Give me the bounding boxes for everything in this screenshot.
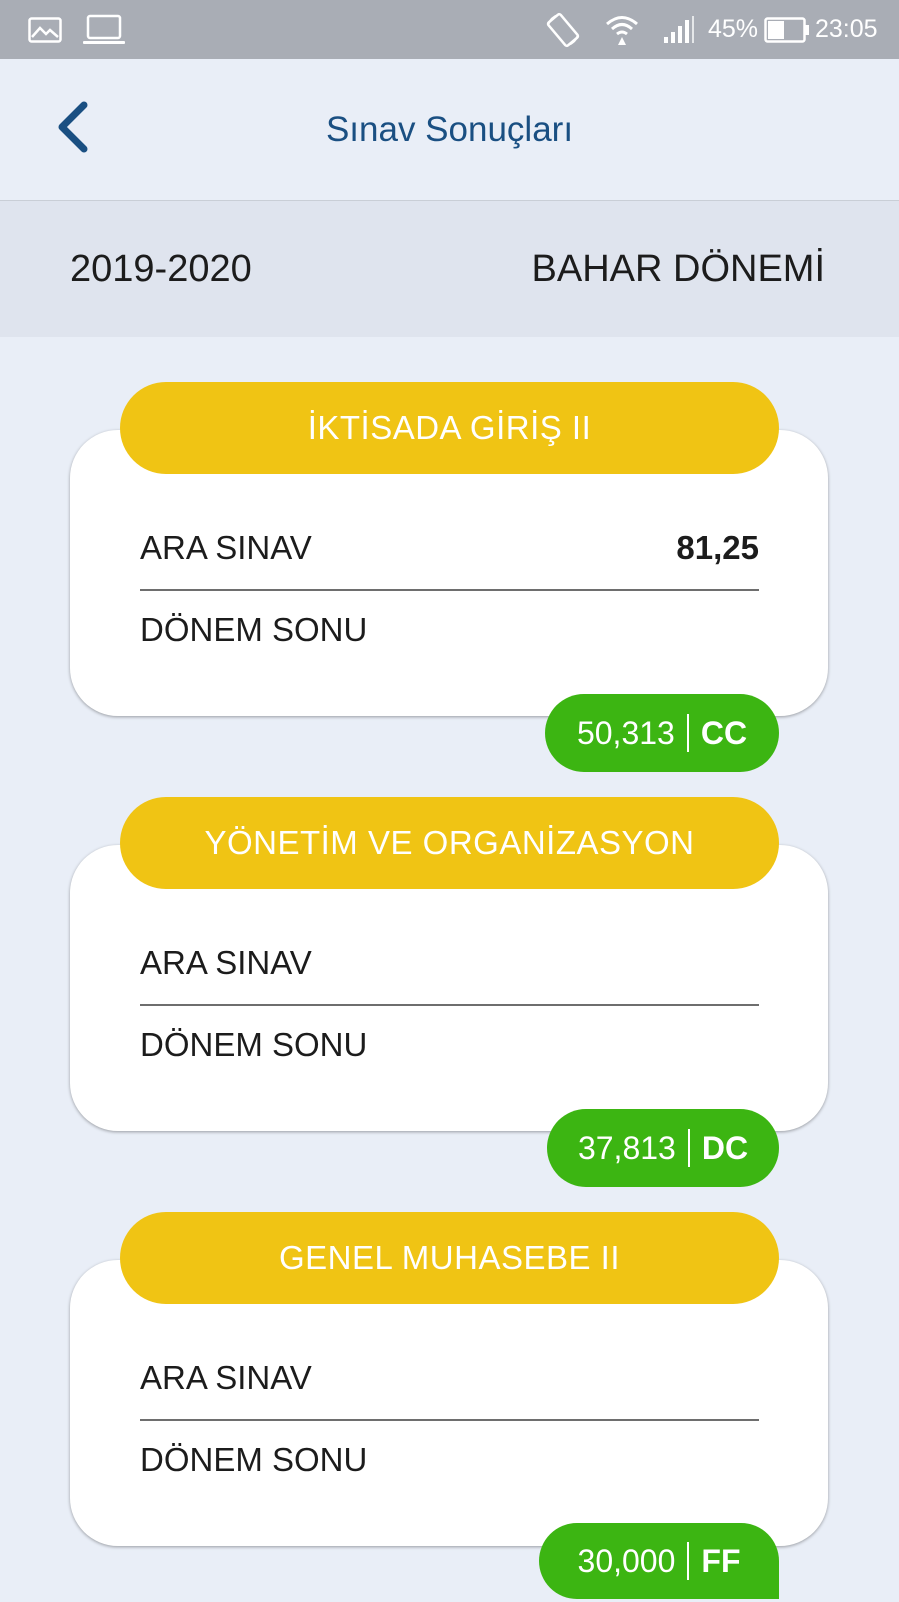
row-divider: [140, 1419, 759, 1421]
course-card-2[interactable]: YÖNETİM VE ORGANİZASYON ARA SINAV DÖNEM …: [0, 797, 899, 1187]
grade-badge: 37,813 DC: [547, 1109, 779, 1187]
average-score: 30,000: [577, 1543, 676, 1579]
battery-icon: [764, 0, 810, 59]
laptop-icon: [82, 0, 126, 59]
average-score: 37,813: [577, 1130, 676, 1166]
final-row: DÖNEM SONU: [140, 1430, 759, 1490]
final-row: DÖNEM SONU: [140, 1015, 759, 1075]
letter-grade: FF: [701, 1543, 741, 1579]
midterm-row: ARA SINAV 81,25: [140, 518, 759, 578]
grade-badge: 30,000 FF: [539, 1523, 779, 1599]
wifi-icon: [604, 0, 640, 59]
course-title: YÖNETİM VE ORGANİZASYON: [120, 797, 779, 889]
course-title: GENEL MUHASEBE II: [120, 1212, 779, 1304]
badge-separator: [686, 714, 689, 752]
average-score: 50,313: [576, 715, 675, 751]
badge-separator: [687, 1129, 690, 1167]
signal-icon: [662, 0, 696, 59]
term-year: 2019-2020: [70, 248, 252, 290]
row-divider: [140, 1004, 759, 1006]
battery-percent: 45%: [708, 15, 759, 43]
term-semester: BAHAR DÖNEMİ: [531, 248, 825, 290]
final-label: DÖNEM SONU: [140, 611, 368, 648]
status-bar: 45% 23:05: [0, 0, 899, 59]
final-label: DÖNEM SONU: [140, 1441, 368, 1478]
final-label: DÖNEM SONU: [140, 1026, 368, 1063]
page-title: Sınav Sonuçları: [325, 110, 574, 149]
back-button[interactable]: [44, 97, 104, 157]
midterm-row: ARA SINAV: [140, 1348, 759, 1408]
midterm-label: ARA SINAV: [140, 529, 312, 566]
letter-grade: CC: [700, 715, 748, 751]
letter-grade: DC: [701, 1130, 749, 1166]
midterm-row: ARA SINAV: [140, 933, 759, 993]
term-bar: 2019-2020 BAHAR DÖNEMİ: [0, 201, 899, 337]
gallery-icon: [28, 0, 62, 59]
midterm-score: 81,25: [676, 529, 759, 566]
app-header: Sınav Sonuçları: [0, 59, 899, 201]
grade-badge: 50,313 CC: [545, 694, 779, 772]
status-time: 23:05: [815, 15, 878, 43]
chevron-left-icon: [58, 101, 88, 153]
badge-separator: [687, 1542, 690, 1580]
final-row: DÖNEM SONU: [140, 600, 759, 660]
midterm-label: ARA SINAV: [140, 1359, 312, 1396]
row-divider: [140, 589, 759, 591]
rotate-icon: [544, 0, 582, 59]
course-card-3[interactable]: GENEL MUHASEBE II ARA SINAV DÖNEM SONU 3…: [0, 1212, 899, 1602]
course-card-1[interactable]: İKTİSADA GİRİŞ II ARA SINAV 81,25 DÖNEM …: [0, 382, 899, 772]
midterm-label: ARA SINAV: [140, 944, 312, 981]
course-title: İKTİSADA GİRİŞ II: [120, 382, 779, 474]
